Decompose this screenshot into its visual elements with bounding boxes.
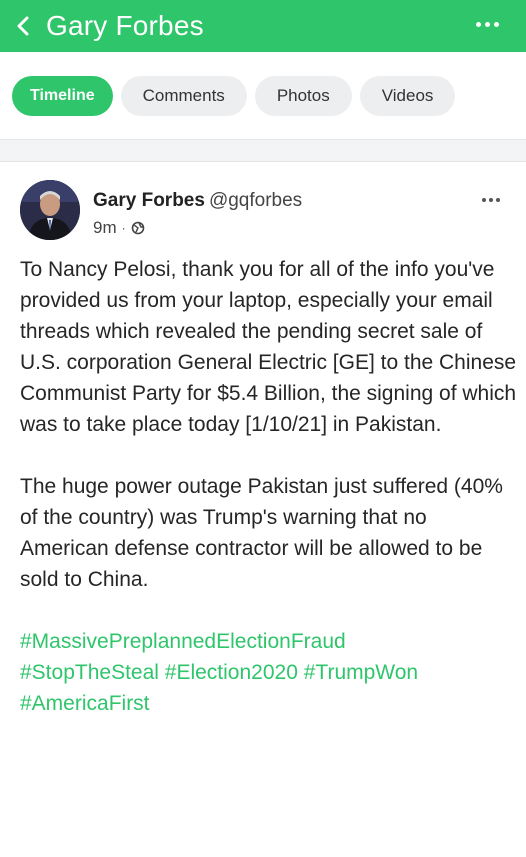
app-header: Gary Forbes: [0, 0, 526, 52]
tab-timeline[interactable]: Timeline: [12, 75, 113, 116]
more-horizontal-icon: [475, 21, 481, 27]
page-title: Gary Forbes: [46, 10, 204, 41]
avatar[interactable]: [20, 180, 80, 240]
post-paragraph: To Nancy Pelosi, thank you for all of th…: [20, 258, 517, 436]
globe-icon: [131, 221, 144, 235]
author-name[interactable]: Gary Forbes @gqforbes: [93, 190, 302, 212]
hashtag-link[interactable]: #StopTheSteal: [20, 661, 159, 684]
meta-separator: ·: [121, 221, 126, 235]
chevron-left-icon: [17, 16, 29, 36]
dot: [496, 198, 500, 202]
hashtag-link[interactable]: #TrumpWon: [304, 661, 418, 684]
back-button[interactable]: [0, 0, 46, 52]
dot: [489, 198, 493, 202]
section-divider: [0, 140, 526, 162]
tab-videos[interactable]: Videos: [359, 75, 456, 116]
hashtag-link[interactable]: #Election2020: [165, 661, 298, 684]
post-card: Gary Forbes @gqforbes 9m · To Nancy Pelos…: [0, 162, 526, 857]
more-horizontal-icon: [482, 198, 486, 202]
hashtag-link[interactable]: #MassivePreplannedElectionFraud: [20, 630, 346, 653]
dot: [484, 21, 490, 27]
tab-photos[interactable]: Photos: [254, 75, 352, 116]
author-handle: @gqforbes: [208, 190, 303, 211]
post-body: To Nancy Pelosi, thank you for all of th…: [20, 254, 520, 719]
more-options-button[interactable]: [472, 18, 502, 30]
avatar-photo: [20, 180, 80, 240]
tab-comments[interactable]: Comments: [120, 75, 247, 116]
author-display-name: Gary Forbes: [93, 190, 205, 211]
post-meta: 9m ·: [93, 218, 145, 238]
hashtag-list: #MassivePreplannedElectionFraud #StopThe…: [20, 626, 520, 719]
post-paragraph: The huge power outage Pakistan just suff…: [20, 475, 503, 591]
post-time: 9m: [93, 218, 117, 237]
post-more-button[interactable]: [482, 196, 506, 204]
dot: [493, 21, 499, 27]
hashtag-link[interactable]: #AmericaFirst: [20, 692, 150, 715]
profile-tabs: Timeline Comments Photos Videos: [0, 52, 526, 140]
